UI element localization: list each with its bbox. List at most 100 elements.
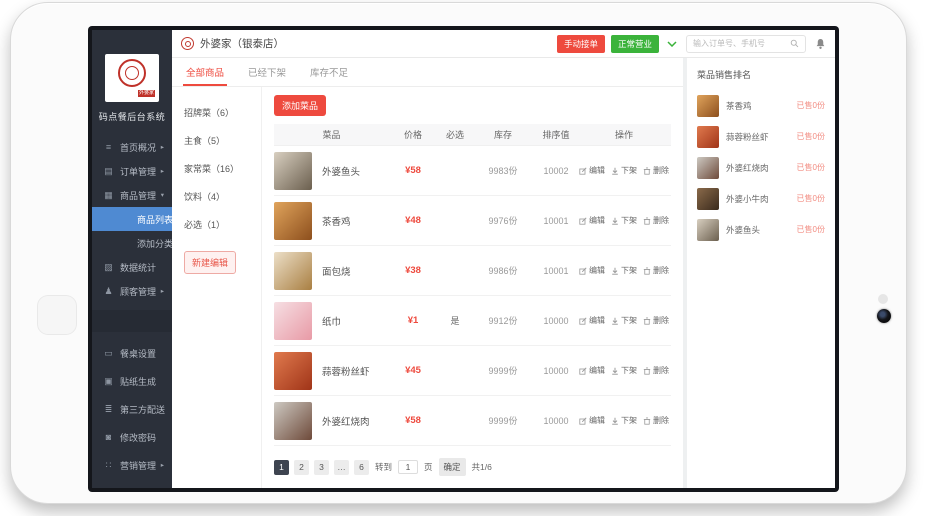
chevron-icon: ▸ [161,287,164,295]
ranking-item: 外婆鱼头 已售0份 [697,214,825,245]
menu-icon: ◙ [103,432,114,442]
page-button[interactable]: 3 [314,460,329,475]
chevron-icon: ▸ [161,461,164,469]
arrow-down-icon [611,167,619,175]
sidebar-menu-item[interactable]: ▣ 贴纸生成 [92,367,172,395]
offshelf-action[interactable]: 下架 [611,315,637,326]
page-button[interactable]: 1 [274,460,289,475]
delete-action[interactable]: 删除 [643,215,669,226]
manual-order-button[interactable]: 手动接单 [557,35,605,53]
delete-action[interactable]: 删除 [643,315,669,326]
top-bar: 外婆家（银泰店） 手动接单 正常营业 [172,30,835,58]
sidebar: 外婆家 码点餐后台系统 ≡ 首页概况 ▸ ▤ 订单管理 ▸ ▦ 商品管理 ▾ [92,30,172,488]
sidebar-menu-item[interactable]: ≡ 首页概况 ▸ [92,135,172,159]
sidebar-menu-item[interactable]: ♟ 顾客管理 ▸ [92,279,172,303]
sidebar-menu-item[interactable]: ▨ 数据统计 [92,255,172,279]
menu-icon: ▨ [103,262,114,273]
trash-icon [643,267,651,275]
sidebar-menu-item[interactable]: ▦ 商品管理 ▾ [92,183,172,207]
edit-action[interactable]: 编辑 [579,365,605,376]
page-button[interactable]: 6 [354,460,369,475]
table-header-row: 菜品 价格 必选 库存 排序值 操作 [274,124,671,146]
offshelf-action[interactable]: 下架 [611,265,637,276]
sales-ranking-panel: 菜品销售排名 茶香鸡 已售0份 蒜蓉粉丝虾 已售0份 [687,58,835,488]
confirm-button[interactable]: 确定 [439,458,466,476]
table-row: 外婆红烧肉 ¥58 9999份 10000 编 [274,396,671,446]
menu-label: 订单管理 [120,165,156,178]
sidebar-menu-item[interactable]: 添加分类 [92,231,172,255]
edit-icon [579,417,587,425]
dish-required: 是 [437,314,473,327]
sidebar-menu-item[interactable]: ▭ 餐桌设置 [92,339,172,367]
edit-action[interactable]: 编辑 [579,215,605,226]
category-item[interactable]: 饮料（4） [172,183,261,211]
business-status-button[interactable]: 正常营业 [611,35,659,53]
sidebar-menu-item[interactable]: ≣ 第三方配送 [92,395,172,423]
ranking-item: 茶香鸡 已售0份 [697,90,825,121]
menu-icon: ▦ [103,190,114,201]
arrow-down-icon [611,367,619,375]
goods-tab[interactable]: 库存不足 [310,58,348,86]
goods-panel: 全部商品已经下架库存不足 招牌菜（6）主食（5）家常菜（16）饮料（4）必选（1… [172,58,683,488]
page-button[interactable]: … [334,460,349,475]
delete-action[interactable]: 删除 [643,415,669,426]
dish-name: 纸巾 [322,314,341,328]
dish-sort-value: 10001 [533,266,579,276]
menu-label: 商品管理 [120,189,156,202]
dish-name: 外婆红烧肉 [726,162,790,174]
offshelf-action[interactable]: 下架 [611,215,637,226]
system-title: 码点餐后台系统 [92,110,172,123]
offshelf-action[interactable]: 下架 [611,415,637,426]
dish-stock: 9986份 [473,264,533,277]
delete-action[interactable]: 删除 [643,165,669,176]
order-search-input[interactable] [693,39,790,48]
edit-action[interactable]: 编辑 [579,315,605,326]
edit-action[interactable]: 编辑 [579,165,605,176]
goods-tab[interactable]: 已经下架 [248,58,286,86]
edit-icon [579,317,587,325]
menu-label: 商品列表 [137,213,173,226]
trash-icon [643,417,651,425]
category-item[interactable]: 必选（1） [172,211,261,239]
dish-stock: 9999份 [473,414,533,427]
edit-action[interactable]: 编辑 [579,265,605,276]
row-actions: 编辑 下架 删除 [579,315,671,326]
edit-icon [579,367,587,375]
delete-action[interactable]: 删除 [643,365,669,376]
offshelf-action[interactable]: 下架 [611,365,637,376]
menu-icon: ▭ [103,348,114,359]
light-sensor [878,294,888,304]
home-button[interactable] [37,295,77,335]
delete-action[interactable]: 删除 [643,265,669,276]
ranking-item: 蒜蓉粉丝虾 已售0份 [697,121,825,152]
add-dish-button[interactable]: 添加菜品 [274,95,326,116]
row-actions: 编辑 下架 删除 [579,165,671,176]
menu-label: 顾客管理 [120,285,156,298]
menu-icon: ▣ [103,376,114,387]
chevron-icon: ▸ [161,143,164,151]
category-item[interactable]: 主食（5） [172,127,261,155]
col-header-actions: 操作 [579,128,671,141]
category-column: 招牌菜（6）主食（5）家常菜（16）饮料（4）必选（1） 新建编辑 [172,87,262,488]
sidebar-menu-item[interactable]: 商品列表 [92,207,172,231]
dish-name: 外婆鱼头 [726,224,790,236]
sidebar-menu-item[interactable]: ∷ 营销管理 ▸ [92,451,172,479]
category-item[interactable]: 招牌菜（6） [172,99,261,127]
goods-tab[interactable]: 全部商品 [186,58,224,86]
offshelf-action[interactable]: 下架 [611,165,637,176]
dish-name: 面包烧 [322,264,351,278]
category-item[interactable]: 家常菜（16） [172,155,261,183]
bell-icon[interactable] [815,38,826,50]
sidebar-menu-item[interactable]: ◙ 修改密码 [92,423,172,451]
ranking-item: 外婆小牛肉 已售0份 [697,183,825,214]
chevron-down-icon[interactable] [667,41,677,47]
edit-action[interactable]: 编辑 [579,415,605,426]
trash-icon [643,217,651,225]
sidebar-menu-item[interactable]: ▤ 订单管理 ▸ [92,159,172,183]
menu-icon: ≣ [103,404,114,415]
menu-icon: ≡ [103,142,114,152]
menu-label: 贴纸生成 [120,375,156,388]
page-button[interactable]: 2 [294,460,309,475]
goto-page-input[interactable] [398,460,418,474]
new-edit-button[interactable]: 新建编辑 [184,251,236,274]
